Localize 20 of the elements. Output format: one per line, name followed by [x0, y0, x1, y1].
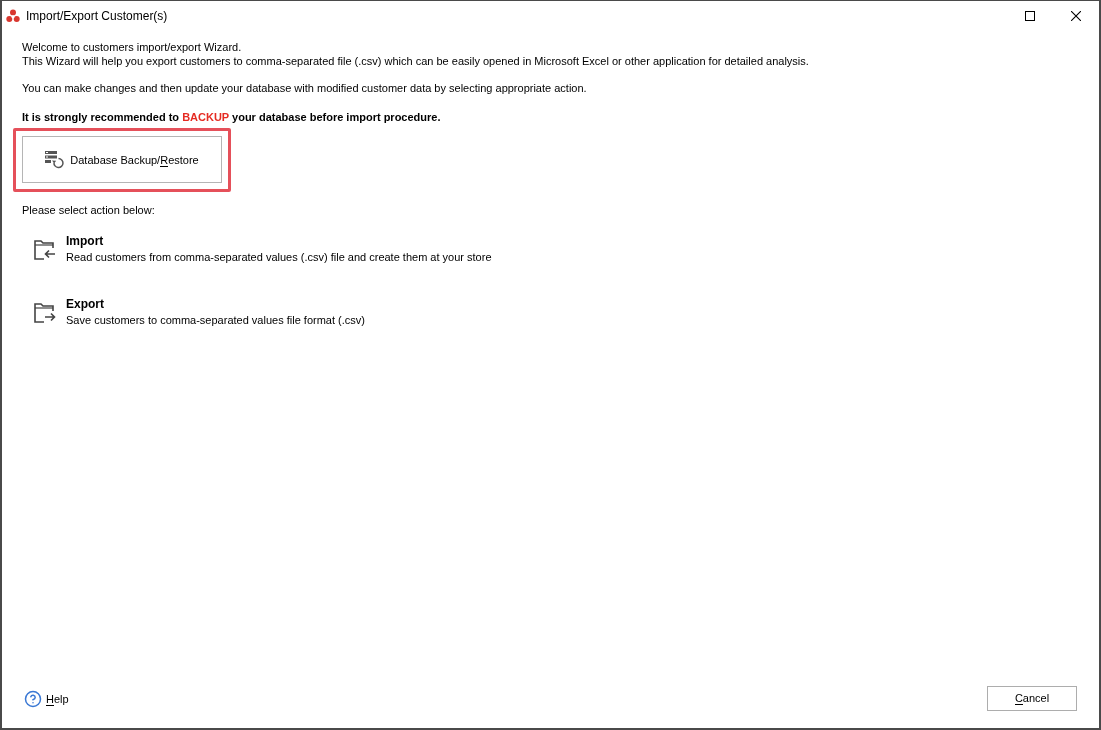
folder-left-arrow-icon	[34, 239, 56, 261]
server-restore-icon	[45, 150, 66, 169]
help-icon	[24, 689, 42, 708]
backup-restore-button[interactable]: Database Backup/Restore	[22, 136, 222, 183]
action-description: Save customers to comma-separated values file format (.csv)	[66, 313, 365, 327]
app-logo-icon	[6, 8, 20, 23]
note-text: You can make changes and then update your database with modified customer data by selecting appropriate action.	[22, 81, 587, 95]
intro-text: This Wizard will help you export customers to comma-separated file (.csv) which can be easily opened in Microsoft Excel or other application for detailed analysis.	[22, 54, 809, 68]
maximize-icon	[1025, 10, 1035, 21]
action-link[interactable]: Export	[66, 297, 104, 311]
backup-warning: It is strongly recommended to BACKUP your database before import procedure.	[22, 110, 441, 124]
close-icon	[1071, 10, 1081, 21]
action-prompt: Please select action below:	[22, 203, 155, 217]
folder-right-arrow-icon	[34, 302, 56, 324]
help-link[interactable]: Help	[24, 689, 69, 708]
action-description: Read customers from comma-separated values (.csv) file and create them at your store	[66, 250, 492, 264]
action-link[interactable]: Import	[66, 234, 104, 248]
intro-text: Welcome to customers import/export Wizard.	[22, 40, 242, 54]
cancel-button[interactable]: Cancel	[987, 686, 1077, 711]
window-title: Import/Export Customer(s)	[26, 7, 168, 24]
